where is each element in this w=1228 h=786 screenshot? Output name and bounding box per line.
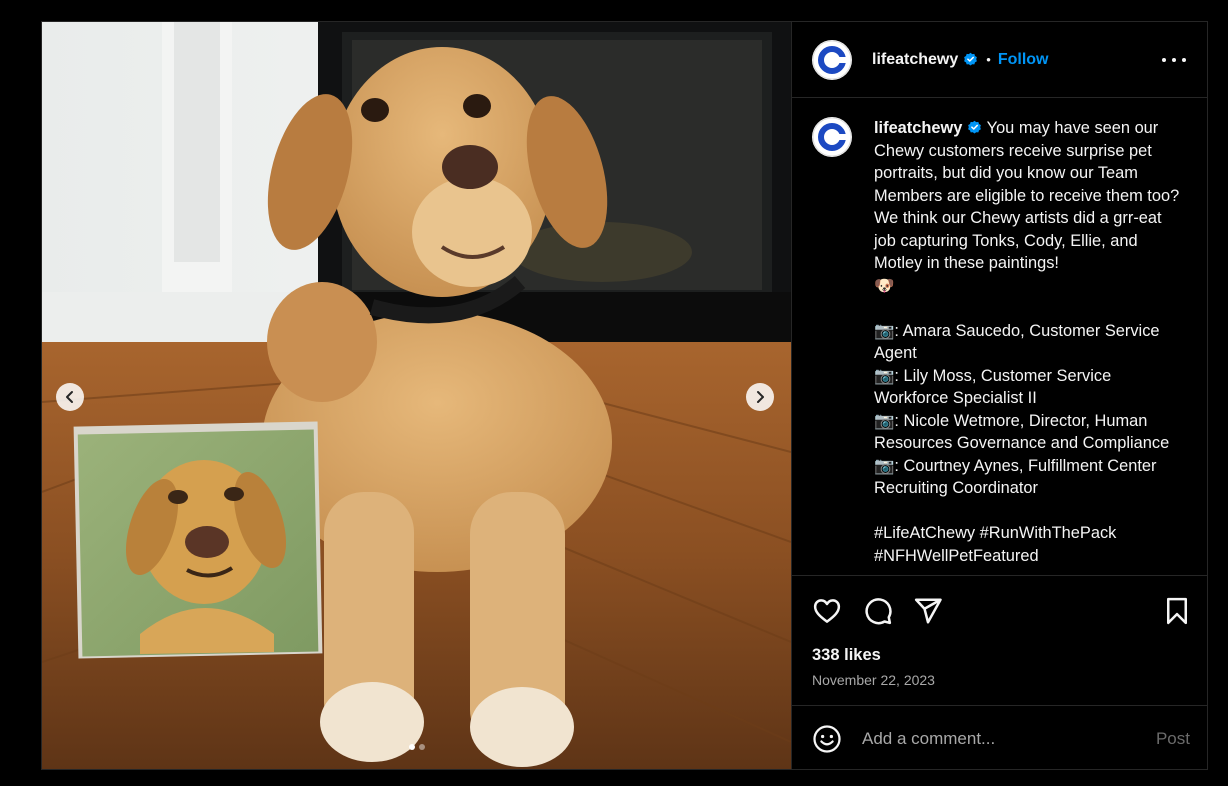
caption-avatar[interactable] — [812, 117, 852, 157]
post-modal: lifeatchewy • Follow lifeatchewy You may… — [41, 21, 1208, 770]
caption-body: You may have seen our Chewy customers re… — [874, 119, 1180, 565]
caption-scroll-area[interactable]: lifeatchewy You may have seen our Chewy … — [792, 99, 1207, 575]
bookmark-icon — [1167, 597, 1187, 625]
like-button[interactable] — [812, 596, 842, 626]
smiley-icon[interactable] — [812, 724, 842, 754]
username-link[interactable]: lifeatchewy — [872, 51, 958, 69]
caption-text: lifeatchewy You may have seen our Chewy … — [874, 117, 1182, 567]
verified-badge-icon — [964, 52, 978, 66]
like-count[interactable]: 338 likes — [812, 646, 881, 665]
heart-icon — [813, 599, 841, 623]
chevron-right-icon — [757, 391, 764, 403]
chewy-logo-icon — [812, 40, 852, 79]
post-details-panel: lifeatchewy • Follow lifeatchewy You may… — [791, 22, 1207, 769]
more-options-icon[interactable] — [1162, 50, 1186, 70]
comment-composer: Post — [792, 705, 1207, 769]
save-button[interactable] — [1162, 596, 1192, 626]
caption-username-link[interactable]: lifeatchewy — [874, 119, 962, 137]
carousel-indicator — [42, 744, 791, 750]
verified-badge-icon — [968, 120, 982, 134]
comment-input[interactable] — [862, 728, 1132, 749]
carousel-dot — [418, 744, 425, 750]
post-media[interactable] — [42, 22, 791, 769]
post-date[interactable]: November 22, 2023 — [812, 672, 935, 688]
comment-bubble-icon — [865, 598, 892, 625]
caption: lifeatchewy You may have seen our Chewy … — [812, 117, 1182, 567]
previous-slide-button[interactable] — [56, 383, 84, 411]
post-header: lifeatchewy • Follow — [792, 22, 1207, 98]
chewy-logo-icon — [812, 117, 852, 157]
share-button[interactable] — [913, 596, 943, 626]
avatar[interactable] — [812, 39, 852, 80]
header-separator: • — [986, 52, 991, 67]
chevron-left-icon — [66, 391, 73, 403]
paper-plane-icon — [914, 598, 942, 624]
dog-photo — [42, 22, 791, 769]
carousel-dot-active — [408, 744, 415, 750]
action-bar: 338 likes November 22, 2023 — [792, 575, 1207, 705]
post-comment-button[interactable]: Post — [1156, 729, 1190, 749]
comment-button[interactable] — [863, 596, 893, 626]
follow-button[interactable]: Follow — [998, 51, 1049, 69]
next-slide-button[interactable] — [746, 383, 774, 411]
